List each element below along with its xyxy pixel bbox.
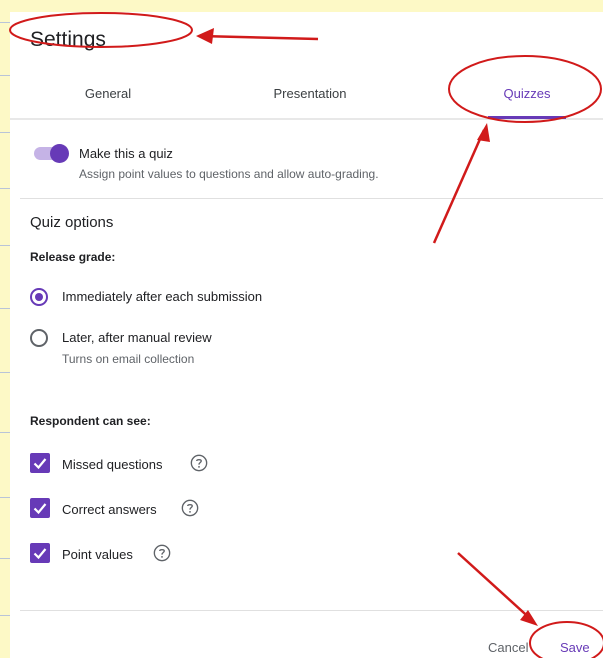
point-values-label[interactable]: Point values	[62, 547, 133, 562]
checkmark-icon	[33, 458, 47, 470]
cancel-button[interactable]: Cancel	[488, 640, 528, 655]
tab-quizzes[interactable]: Quizzes	[478, 70, 576, 118]
tab-bar: General Presentation Quizzes	[10, 70, 603, 118]
help-icon[interactable]	[153, 544, 171, 562]
release-later-sublabel: Turns on email collection	[62, 352, 195, 366]
active-tab-indicator	[488, 116, 566, 119]
settings-dialog: Settings General Presentation Quizzes Ma…	[10, 12, 603, 658]
tab-general[interactable]: General	[58, 70, 158, 118]
release-later-radio[interactable]	[30, 329, 48, 347]
correct-answers-checkbox[interactable]	[30, 498, 50, 518]
save-button[interactable]: Save	[560, 640, 590, 655]
footer-divider	[20, 610, 603, 611]
correct-answers-label[interactable]: Correct answers	[62, 502, 157, 517]
tab-presentation[interactable]: Presentation	[240, 70, 380, 118]
checkmark-icon	[33, 503, 47, 515]
dialog-title: Settings	[30, 28, 106, 51]
toggle-knob	[50, 144, 69, 163]
respondent-can-see-label: Respondent can see:	[30, 414, 151, 428]
point-values-checkbox[interactable]	[30, 543, 50, 563]
release-immediately-radio[interactable]	[30, 288, 48, 306]
missed-questions-label[interactable]: Missed questions	[62, 457, 162, 472]
release-later-label[interactable]: Later, after manual review	[62, 330, 212, 345]
checkmark-icon	[33, 548, 47, 560]
missed-questions-checkbox[interactable]	[30, 453, 50, 473]
help-icon[interactable]	[181, 499, 199, 517]
quiz-toggle-label: Make this a quiz	[79, 146, 173, 161]
section-divider	[20, 198, 603, 199]
quiz-toggle[interactable]	[32, 144, 69, 163]
release-immediately-label[interactable]: Immediately after each submission	[62, 289, 262, 304]
help-icon[interactable]	[190, 454, 208, 472]
release-grade-label: Release grade:	[30, 250, 116, 264]
quiz-options-title: Quiz options	[30, 214, 114, 231]
quiz-toggle-description: Assign point values to questions and all…	[79, 167, 379, 181]
